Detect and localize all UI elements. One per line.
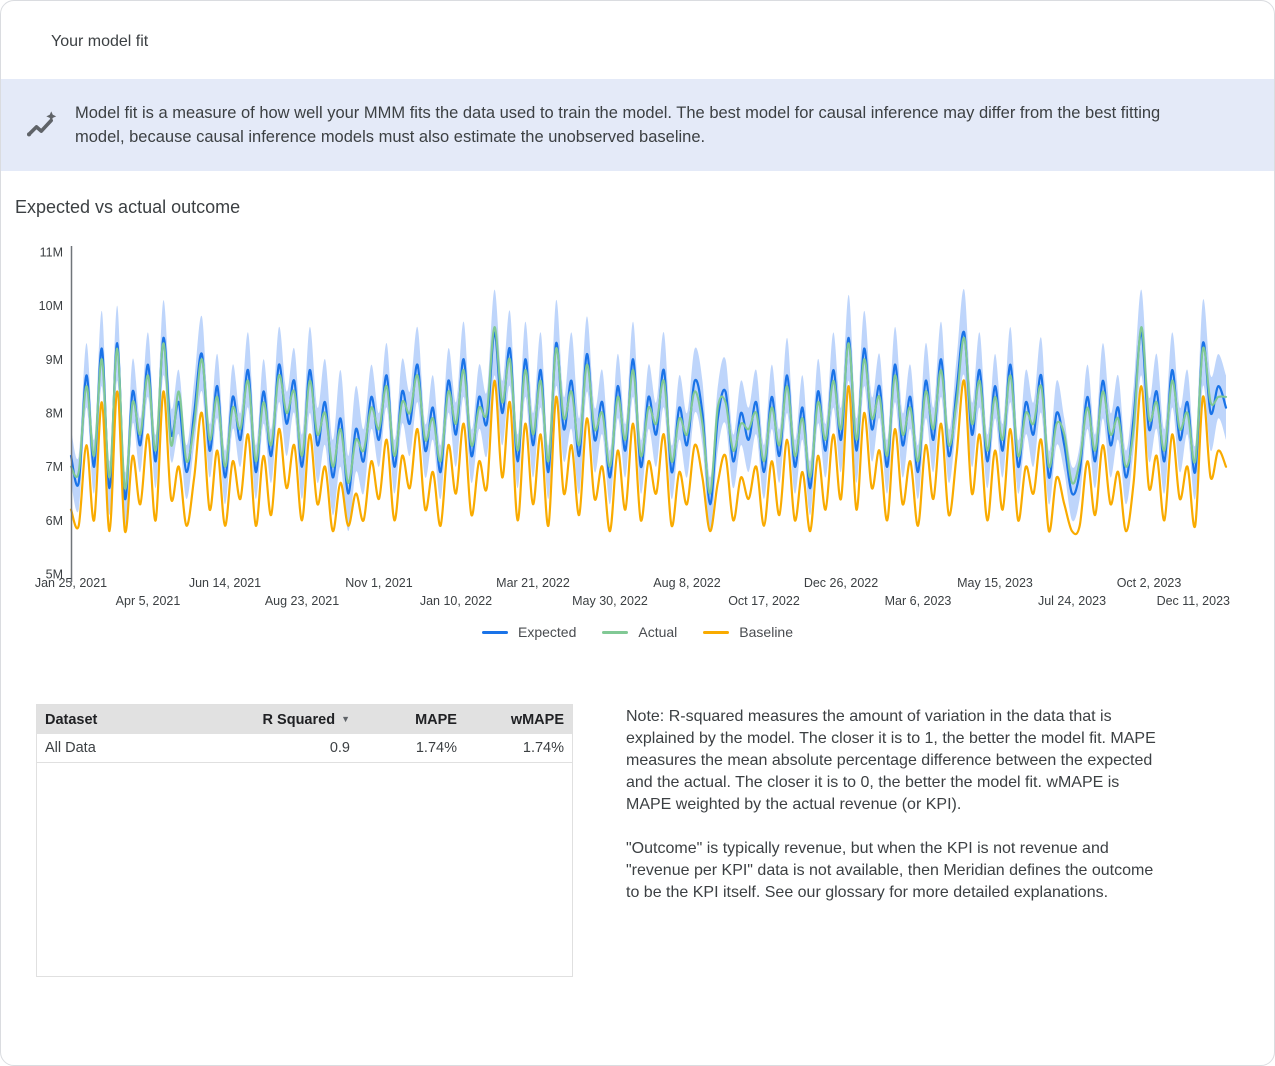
legend-swatch-baseline	[703, 631, 729, 634]
y-tick-label: 7M	[46, 460, 63, 474]
x-tick-label: Mar 21, 2022	[496, 576, 570, 590]
table-row: All Data 0.9 1.74% 1.74%	[37, 734, 572, 763]
fit-metrics-table: Dataset R Squared ▼ MAPE wMAPE All Data 0…	[36, 704, 573, 977]
x-tick-label: Dec 26, 2022	[804, 576, 878, 590]
col-header-mape[interactable]: MAPE	[358, 705, 465, 734]
x-tick-label: Oct 2, 2023	[1117, 576, 1182, 590]
chart-legend: Expected Actual Baseline	[1, 624, 1274, 640]
note-paragraph-1: Note: R-squared measures the amount of v…	[626, 706, 1166, 816]
x-tick-label: May 15, 2023	[957, 576, 1033, 590]
trend-sparkle-icon	[25, 109, 57, 141]
x-tick-label: Dec 11, 2023	[1157, 594, 1230, 608]
legend-item-actual: Actual	[602, 624, 677, 640]
col-header-r-squared[interactable]: R Squared ▼	[214, 705, 358, 734]
y-tick-label: 8M	[46, 407, 63, 421]
section-title: Expected vs actual outcome	[15, 197, 1274, 218]
x-tick-label: Apr 5, 2021	[116, 594, 181, 608]
info-banner-text: Model fit is a measure of how well your …	[75, 101, 1164, 149]
y-tick-label: 10M	[39, 299, 63, 313]
sort-descending-icon[interactable]: ▼	[341, 714, 350, 724]
cell-r-squared: 0.9	[214, 734, 358, 763]
x-tick-label: May 30, 2022	[572, 594, 648, 608]
legend-label-expected: Expected	[518, 624, 576, 640]
legend-swatch-expected	[482, 631, 508, 634]
legend-item-baseline: Baseline	[703, 624, 793, 640]
cell-dataset: All Data	[37, 734, 214, 763]
legend-label-baseline: Baseline	[739, 624, 793, 640]
cell-wmape: 1.74%	[465, 734, 572, 763]
y-tick-label: 9M	[46, 353, 63, 367]
page-header: Your model fit	[1, 1, 1274, 79]
x-tick-label: Oct 17, 2022	[728, 594, 800, 608]
bottom-section: Dataset R Squared ▼ MAPE wMAPE All Data 0…	[36, 704, 1274, 977]
y-tick-label: 6M	[46, 514, 63, 528]
x-tick-label: Nov 1, 2021	[345, 576, 412, 590]
x-tick-label: Aug 8, 2022	[653, 576, 720, 590]
table-header-row: Dataset R Squared ▼ MAPE wMAPE	[37, 705, 572, 734]
note-paragraph-2: "Outcome" is typically revenue, but when…	[626, 838, 1166, 904]
legend-label-actual: Actual	[638, 624, 677, 640]
info-banner: Model fit is a measure of how well your …	[1, 79, 1274, 171]
model-fit-card: Your model fit Model fit is a measure of…	[0, 0, 1275, 1066]
x-tick-label: Mar 6, 2023	[885, 594, 952, 608]
x-tick-label: Jan 25, 2021	[35, 576, 107, 590]
x-tick-label: Aug 23, 2021	[265, 594, 339, 608]
x-tick-label: Jan 10, 2022	[420, 594, 492, 608]
page-title: Your model fit	[51, 33, 148, 51]
legend-item-expected: Expected	[482, 624, 576, 640]
note-text: Note: R-squared measures the amount of v…	[626, 706, 1166, 926]
y-tick-label: 11M	[40, 246, 63, 260]
legend-swatch-actual	[602, 631, 628, 634]
col-header-wmape[interactable]: wMAPE	[465, 705, 572, 734]
col-header-r-squared-label: R Squared	[263, 712, 336, 728]
x-tick-label: Jun 14, 2021	[189, 576, 261, 590]
col-header-dataset[interactable]: Dataset	[37, 705, 214, 734]
x-tick-label: Jul 24, 2023	[1038, 594, 1106, 608]
expected-vs-actual-chart[interactable]: 11M10M9M8M7M6M5MJan 25, 2021Apr 5, 2021J…	[1, 224, 1275, 614]
cell-mape: 1.74%	[358, 734, 465, 763]
